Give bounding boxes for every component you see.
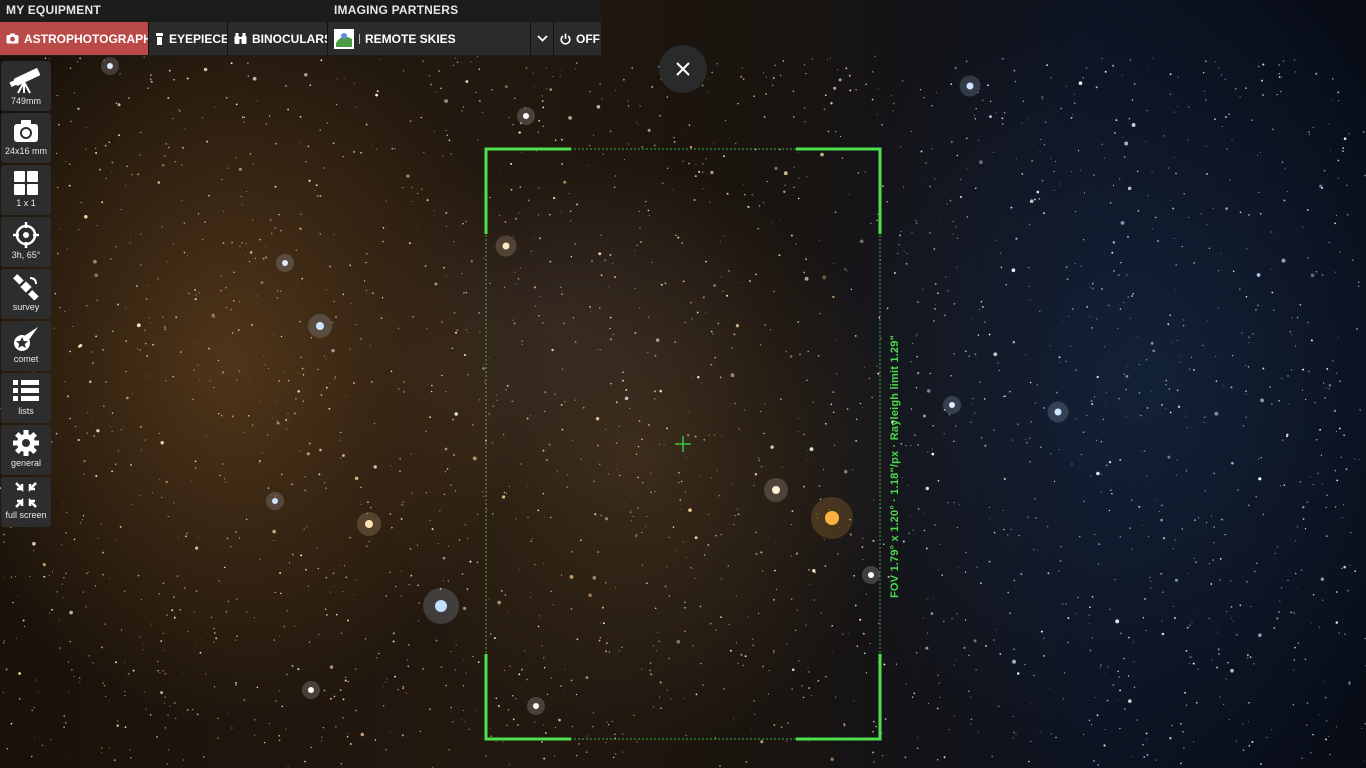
comet-icon	[14, 327, 38, 351]
sidebar-item-camera-label: 24x16 mm	[4, 146, 48, 156]
satellite-icon	[13, 274, 39, 300]
fov-info-label: FOV 1.79° x 1.20° · 1.18"/px · Rayleigh …	[889, 335, 901, 598]
off-label: OFF	[576, 31, 600, 46]
my-equipment-heading: MY EQUIPMENT	[6, 3, 101, 17]
camera-icon	[14, 120, 38, 142]
sidebar-item-survey[interactable]: survey	[1, 269, 51, 319]
chevron-down-icon	[536, 35, 548, 42]
sidebar-item-comet[interactable]: comet	[1, 321, 51, 371]
fov-center-crosshair	[675, 436, 691, 452]
partner-dropdown-button[interactable]	[531, 22, 553, 55]
sidebar-item-comet-label: comet	[13, 354, 39, 364]
tab-eyepiece-label: EYEPIECE	[169, 31, 230, 46]
partner-logo-icon	[334, 28, 354, 49]
sidebar-item-fullscreen-label: full screen	[5, 510, 47, 520]
sidebar-item-mosaic-label: 1 x 1	[16, 198, 36, 208]
close-button[interactable]	[659, 45, 707, 93]
off-button[interactable]: OFF	[554, 22, 601, 55]
camera-icon	[6, 33, 19, 44]
tab-eyepiece[interactable]: EYEPIECE	[149, 22, 230, 55]
sidebar-item-general-label: general	[10, 458, 42, 468]
sidebar-item-camera[interactable]: 24x16 mm	[1, 113, 51, 163]
sidebar-item-telescope-label: 749mm	[10, 96, 41, 106]
sidebar-item-mosaic[interactable]: 1 x 1	[1, 165, 51, 215]
telescope-icon	[9, 68, 41, 94]
sidebar-item-telescope[interactable]: 749mm	[1, 61, 51, 111]
divider	[359, 33, 360, 44]
sidebar-item-location[interactable]: 3h, 65°	[1, 217, 51, 267]
sidebar-item-location-label: 3h, 65°	[11, 250, 41, 260]
sidebar-item-fullscreen[interactable]: full screen	[1, 477, 51, 527]
tab-astrophotography[interactable]: ASTROPHOTOGRAPHY	[0, 22, 160, 55]
binoculars-icon	[234, 33, 247, 44]
tab-astrophotography-label: ASTROPHOTOGRAPHY	[24, 31, 160, 46]
list-icon	[13, 380, 39, 401]
close-icon	[676, 62, 690, 76]
tools-sidebar: 749mm 24x16 mm 1 x 1 3h, 65° survey come…	[1, 61, 51, 529]
gear-icon	[13, 430, 39, 456]
tab-binoculars[interactable]: BINOCULARS	[228, 22, 332, 55]
tab-binoculars-label: BINOCULARS	[252, 31, 332, 46]
sidebar-item-lists-label: lists	[18, 406, 34, 416]
remote-skies-select[interactable]: REMOTE SKIES	[328, 22, 530, 55]
sidebar-item-survey-label: survey	[12, 302, 40, 312]
equipment-toolbar: MY EQUIPMENT IMAGING PARTNERS ASTROPHOTO…	[0, 0, 601, 56]
sidebar-item-lists[interactable]: lists	[1, 373, 51, 423]
imaging-partners-heading: IMAGING PARTNERS	[334, 3, 459, 17]
sidebar-item-general[interactable]: general	[1, 425, 51, 475]
fov-frame	[484, 147, 882, 741]
remote-skies-label: REMOTE SKIES	[365, 31, 456, 46]
crosshair-icon	[13, 222, 39, 248]
fullscreen-icon	[15, 482, 37, 508]
eyepiece-icon	[156, 32, 163, 45]
mosaic-grid-icon	[14, 171, 38, 195]
power-icon	[560, 33, 571, 45]
